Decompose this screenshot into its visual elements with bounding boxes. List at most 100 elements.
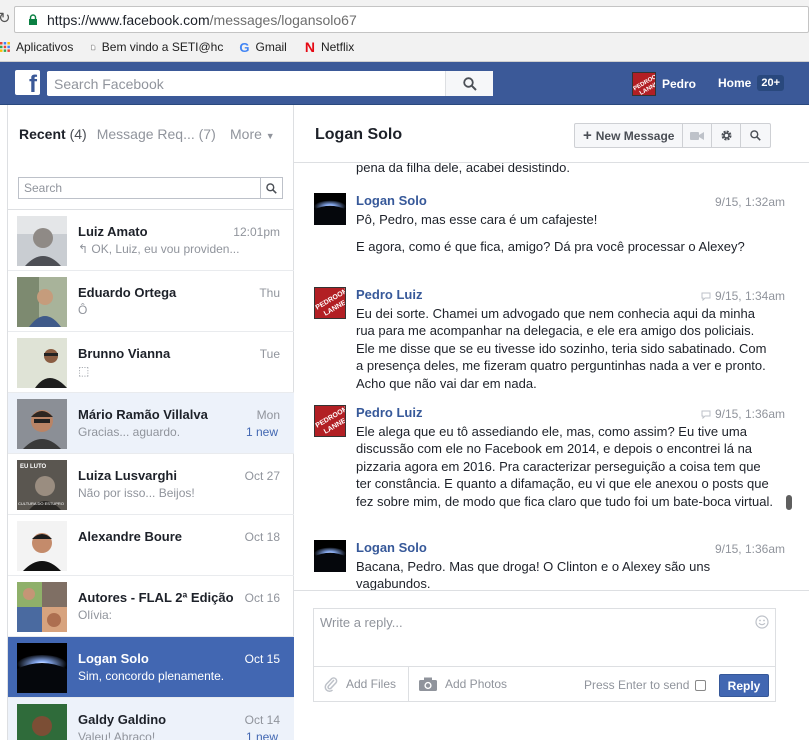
home-link[interactable]: Home 20+ [718,75,785,91]
message-body: Pô, Pedro, mas esse cara é um cafajeste!… [356,211,776,266]
conversation-item[interactable]: Mário Ramão Villalva Mon Gracias... agua… [8,393,294,454]
conversation-pane: Recent (4) Message Req... (7) More ▼ Lui… [7,105,294,740]
conversation-snippet: Olívia: [78,608,113,622]
message-sender[interactable]: Pedro Luiz [356,405,422,420]
facebook-search [47,71,493,96]
conversation-tabs: Recent (4) Message Req... (7) More ▼ [8,105,294,163]
bookmark-apps[interactable]: Aplicativos [0,40,73,54]
tab-more[interactable]: More ▼ [230,126,275,142]
seen-icon [701,410,711,419]
conversation-item[interactable]: Eduardo Ortega Thu Ô [8,271,294,332]
message-body: Ele alega que eu tô assediando ele, mas,… [356,423,776,520]
message-thread: pena da filha dele, acabei desistindo. L… [294,163,797,590]
press-enter-label: Press Enter to send [584,678,690,692]
search-thread-button[interactable] [741,124,770,147]
message-body: Eu dei sorte. Chamei um advogado que nem… [356,305,776,402]
search-icon [750,130,762,141]
message-paragraph: Pô, Pedro, mas esse cara é um cafajeste! [356,212,598,227]
conversation-snippet: Sim, concordo plenamente. [78,669,225,683]
conversation-time: Thu [259,286,280,300]
bookmark-seti[interactable]: Bem vindo a SETI@hc [91,40,223,54]
message-time: 9/15, 1:32am [715,195,785,209]
facebook-logo[interactable]: f [15,70,40,95]
conversation-name: Luiza Lusvarghi [78,468,177,483]
reload-icon[interactable]: ↻ [0,9,11,27]
conversation-name: Eduardo Ortega [78,285,177,300]
tab-message-requests[interactable]: Message Req... (7) [97,126,216,142]
conversation-item[interactable]: Alexandre Boure Oct 18 [8,515,294,576]
thread-actions: + New Message [574,123,772,148]
conversation-item[interactable]: Logan Solo Oct 15 Sim, concordo plenamen… [8,637,294,698]
facebook-search-input[interactable] [47,72,447,95]
conversation-time: Mon [256,408,280,422]
message-sender[interactable]: Logan Solo [356,193,427,208]
page-icon [91,44,96,50]
video-call-button[interactable] [683,124,713,147]
avatar [17,216,67,266]
conversation-snippet: Gracias... aguardo. [78,425,181,439]
bookmarks-bar: Aplicativos Bem vindo a SETI@hc G Gmail … [0,37,372,57]
reply-input[interactable] [320,615,750,655]
avatar [17,277,67,327]
search-icon [462,76,477,91]
conversation-name: Autores - FLAL 2ª Edição [78,590,234,605]
apps-grid-icon [0,42,10,52]
conversation-item[interactable]: Brunno Vianna Tue ⬚ [8,332,294,393]
tab-recent-label: Recent [19,126,66,142]
press-enter-checkbox[interactable] [695,679,707,691]
message-time: 9/15, 1:36am [715,542,785,556]
facebook-search-button[interactable] [445,71,493,96]
reply-composer: Add Files Add Photos Press Enter to send… [294,590,809,740]
conversation-list: Luiz Amato 12:01pm ↰ OK, Luiz, eu vou pr… [8,209,294,740]
new-message-button[interactable]: + New Message [575,124,684,147]
conversation-search-button[interactable] [260,178,282,198]
conversation-item[interactable]: Luiz Amato 12:01pm ↰ OK, Luiz, eu vou pr… [8,210,294,271]
add-photos-label: Add Photos [445,677,508,691]
conversation-time: Oct 15 [244,652,280,666]
seen-icon [701,292,711,301]
press-enter-option[interactable]: Press Enter to send [584,667,707,703]
browser-chrome: ↻ https://www.facebook.com/messages/loga… [0,0,809,62]
plus-icon: + [583,127,592,144]
conversation-name: Galdy Galdino [78,712,167,727]
conversation-search-input[interactable] [19,181,259,195]
conversation-snippet: Não por isso... Beijos! [78,486,195,500]
conversation-search [18,177,283,199]
google-icon: G [239,39,250,55]
conversation-item[interactable]: Galdy Galdino Oct 14 Valeu! Abraço! 1 ne… [8,698,294,740]
message-partial-text: pena da filha dele, acabei desistindo. [356,163,570,175]
gear-icon [721,130,732,141]
avatar-text: CULTURA DO ESTUPRO [18,501,64,506]
conversation-name: Mário Ramão Villalva [78,407,208,422]
add-photos-button[interactable]: Add Photos [409,666,517,702]
profile-link[interactable]: PEDROOM LANNE Pedro [632,72,696,96]
conversation-snippet: ⬚ [78,364,90,378]
conversation-item[interactable]: EU LUTO CULTURA DO ESTUPRO Luiza Lusvarg… [8,454,294,515]
emoji-icon[interactable] [755,615,769,629]
message-sender[interactable]: Logan Solo [356,540,427,555]
bookmark-label: Aplicativos [16,40,74,54]
bookmark-label: Bem vindo a SETI@hc [101,40,224,54]
add-files-button[interactable]: Add Files [314,666,409,702]
message-sender[interactable]: Pedro Luiz [356,287,422,302]
message-paragraph: E agora, como é que fica, amigo? Dá pra … [356,239,745,255]
bookmark-gmail[interactable]: G Gmail [239,40,286,55]
address-bar[interactable]: https://www.facebook.com/messages/logans… [14,6,809,33]
avatar-text: EU LUTO [20,464,47,470]
avatar: EU LUTO CULTURA DO ESTUPRO [17,460,67,510]
message-time-text: 9/15, 1:36am [714,407,785,421]
tab-recent[interactable]: Recent (4) [19,126,87,142]
profile-name: Pedro [662,77,697,91]
conversation-time: Oct 18 [244,530,280,544]
thread-title: Logan Solo [315,126,403,143]
conversation-snippet: ↰ OK, Luiz, eu vou providen... [78,242,240,256]
conversation-name: Brunno Vianna [78,346,171,361]
bookmark-netflix[interactable]: N Netflix [305,39,354,55]
reply-button[interactable]: Reply [719,674,769,697]
url-prefix: https://www.facebook.com [47,11,210,28]
home-badge: 20+ [757,75,785,91]
conversation-item[interactable]: Autores - FLAL 2ª Edição Oct 16 Olívia: [8,576,294,637]
conversation-snippet: Ô [78,303,88,317]
thread-scrollbar[interactable] [786,495,792,510]
settings-button[interactable] [712,124,742,147]
